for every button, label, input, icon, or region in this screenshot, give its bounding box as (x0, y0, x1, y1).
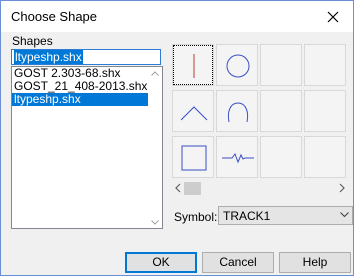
shape-file-list[interactable]: GOST 2.303-68.shx GOST_21_408-2013.shx l… (11, 66, 163, 229)
arch-bell-icon (227, 102, 249, 123)
square-icon (181, 145, 207, 171)
close-button[interactable] (313, 1, 353, 32)
list-scrollbar[interactable] (148, 67, 162, 228)
scroll-left-icon[interactable] (175, 183, 181, 193)
shape-cell[interactable] (172, 136, 214, 178)
symbol-dropdown-value: TRACK1 (223, 209, 271, 223)
shape-file-input[interactable]: ltypeshp.shx (11, 49, 161, 65)
shape-cell[interactable] (216, 90, 258, 132)
symbol-dropdown[interactable]: TRACK1 (218, 206, 353, 225)
zigzag-track-icon (222, 152, 254, 164)
grid-horizontal-scrollbar[interactable] (172, 181, 348, 196)
shape-cell[interactable] (216, 44, 258, 86)
chevron-down-icon (340, 212, 349, 218)
shape-cell[interactable] (260, 44, 302, 86)
shape-cell[interactable] (260, 136, 302, 178)
help-button[interactable]: Help (279, 252, 351, 273)
cancel-button[interactable]: Cancel (202, 252, 274, 273)
scroll-up-icon[interactable] (151, 71, 159, 76)
shape-file-input-value: ltypeshp.shx (14, 50, 83, 64)
dialog-title: Choose Shape (11, 9, 98, 24)
shape-cell[interactable] (260, 90, 302, 132)
shape-cell[interactable] (304, 136, 346, 178)
scrollbar-thumb[interactable] (184, 182, 201, 195)
shape-cell[interactable] (216, 136, 258, 178)
shape-preview-grid (172, 44, 348, 178)
shape-cell[interactable] (172, 44, 214, 86)
dialog-button-bar: OK Cancel Help (1, 242, 353, 275)
close-icon (327, 11, 339, 22)
symbol-label: Symbol: (174, 210, 218, 224)
scroll-right-icon[interactable] (339, 183, 345, 193)
caret-chevron-icon (180, 106, 208, 121)
shapes-label: Shapes (12, 34, 53, 48)
circle-icon (226, 54, 250, 78)
ok-button[interactable]: OK (125, 252, 197, 273)
vertical-line-icon (193, 54, 195, 78)
shape-cell[interactable] (172, 90, 214, 132)
list-item[interactable]: ltypeshp.shx (12, 93, 148, 106)
choose-shape-dialog: Choose Shape Shapes ltypeshp.shx GOST 2.… (0, 0, 354, 276)
shape-cell[interactable] (304, 90, 346, 132)
shape-cell[interactable] (304, 44, 346, 86)
scroll-down-icon[interactable] (151, 220, 159, 225)
title-bar: Choose Shape (1, 1, 353, 32)
